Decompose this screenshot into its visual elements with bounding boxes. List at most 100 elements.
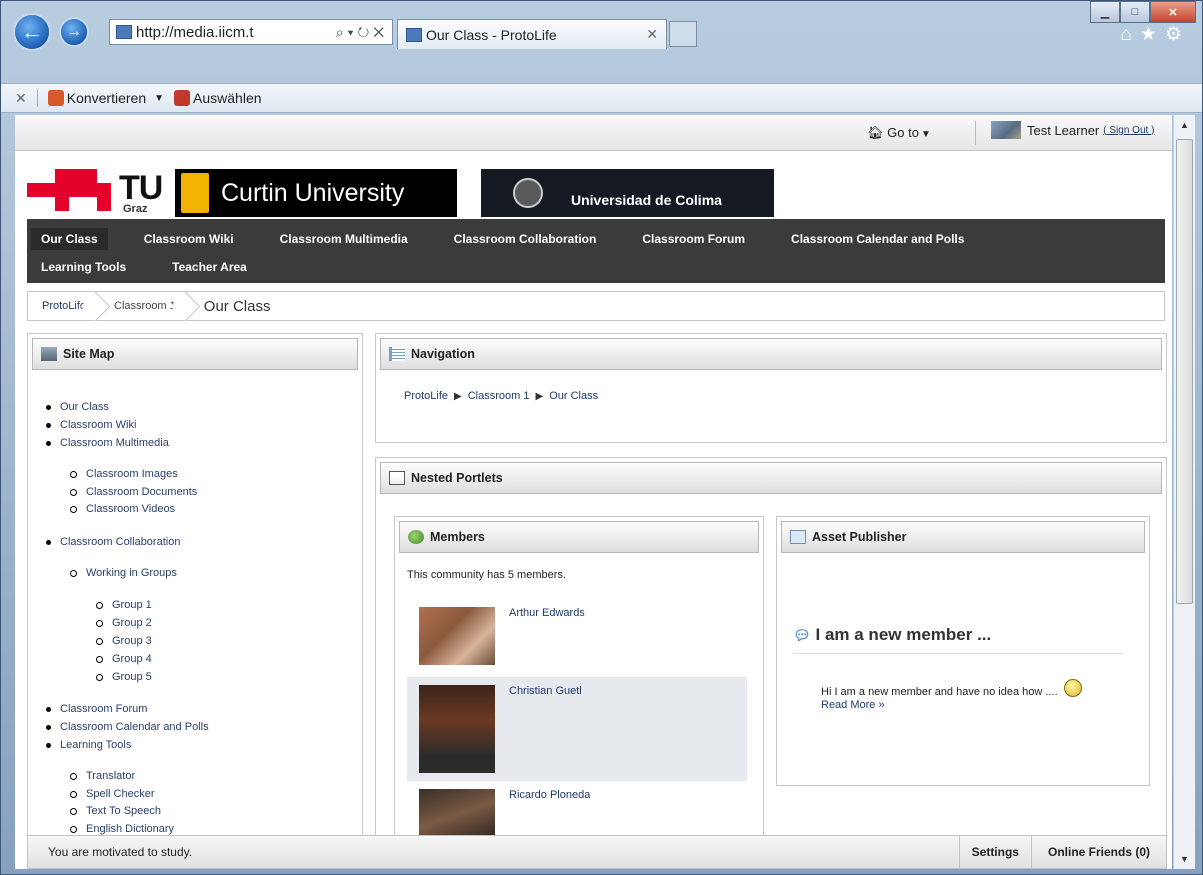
new-tab-button[interactable] [669, 21, 697, 47]
sitemap-link[interactable]: Learning Tools [60, 739, 131, 751]
nav-classroom-calendar[interactable]: Classroom Calendar and Polls [781, 228, 974, 250]
scrollbar-thumb[interactable] [1176, 139, 1193, 604]
sitemap-link[interactable]: Group 4 [112, 653, 152, 665]
tab-our-class[interactable]: Our Class - ProtoLife ✕ [397, 19, 667, 49]
breadcrumb-classroom-1[interactable]: Classroom 1 [100, 292, 190, 320]
nav-teacher-area[interactable]: Teacher Area [162, 256, 257, 278]
settings-gear-icon[interactable]: ⚙ [1165, 24, 1190, 45]
sitemap-link[interactable]: Classroom Forum [60, 703, 147, 715]
browser-right-icons: ⌂★⚙ [1120, 23, 1190, 46]
sitemap-link[interactable]: Classroom Videos [86, 503, 175, 515]
list-item: Group 5 [38, 668, 348, 686]
nav-crumb-classroom-1[interactable]: Classroom 1 [468, 390, 530, 402]
nav-classroom-forum[interactable]: Classroom Forum [632, 228, 755, 250]
nav-classroom-wiki[interactable]: Classroom Wiki [134, 228, 244, 250]
nav-classroom-collaboration[interactable]: Classroom Collaboration [444, 228, 607, 250]
curtin-logo: Curtin University [175, 169, 457, 217]
list-item: Learning Tools [38, 736, 348, 754]
close-tab-icon[interactable]: ✕ [646, 26, 658, 43]
settings-button[interactable]: Settings [958, 836, 1031, 868]
list-item: Classroom Wiki [38, 416, 348, 434]
member-name-link[interactable]: Ricardo Ploneda [509, 789, 590, 801]
pdf-toolbar: ✕ Konvertieren ▼ Auswählen [1, 83, 1202, 113]
window-icon [389, 471, 405, 485]
list-icon [389, 347, 405, 361]
sitemap-link[interactable]: Classroom Calendar and Polls [60, 721, 209, 733]
sitemap-link[interactable]: Classroom Wiki [60, 419, 136, 431]
sign-out-link[interactable]: ( Sign Out ) [1103, 125, 1154, 136]
member-name-link[interactable]: Arthur Edwards [509, 607, 585, 619]
avatar[interactable] [419, 607, 495, 665]
main-nav-row-2: Learning Tools Teacher Area [41, 253, 1165, 281]
colima-logo: Universidad de Colima [481, 169, 774, 217]
minimize-button[interactable]: ▁ [1090, 1, 1120, 23]
address-bar[interactable]: http://media.iicm.t ⌕▾↻✕ [109, 19, 393, 45]
site-map-title: Site Map [63, 347, 115, 361]
sitemap-link[interactable]: Spell Checker [86, 788, 154, 800]
home-icon[interactable]: ⌂ [1120, 24, 1139, 45]
maximize-button[interactable]: □ [1120, 1, 1150, 23]
select-button[interactable]: Auswählen [193, 90, 262, 106]
tab-title: Our Class - ProtoLife [426, 26, 557, 43]
scroll-down-icon[interactable]: ▼ [1174, 849, 1195, 869]
avatar[interactable] [419, 685, 495, 773]
nav-classroom-multimedia[interactable]: Classroom Multimedia [270, 228, 418, 250]
convert-button[interactable]: Konvertieren [67, 90, 146, 106]
navigation-title: Navigation [411, 347, 475, 361]
avatar[interactable] [419, 789, 495, 841]
motivation-message: You are motivated to study. [48, 845, 193, 859]
browser-window: ▁ □ ✕ ← → http://media.iicm.t ⌕▾↻✕ Our C… [0, 0, 1203, 875]
convert-icon [47, 90, 64, 106]
sitemap-link[interactable]: English Dictionary [86, 823, 174, 835]
nav-crumb-protolife[interactable]: ProtoLife [404, 390, 448, 402]
home-icon: 🏠︎ [867, 125, 884, 140]
vertical-scrollbar[interactable]: ▲ ▼ [1173, 115, 1195, 869]
address-text: http://media.iicm.t [136, 23, 254, 41]
user-menu[interactable]: Test Learner ( Sign Out ) [991, 121, 1154, 139]
list-item: Group 3 [38, 632, 348, 650]
forward-button[interactable]: → [59, 17, 89, 47]
main-nav-row-1: Our Class Classroom Wiki Classroom Multi… [31, 225, 1165, 253]
list-item: Classroom Videos [38, 501, 348, 519]
asset-publisher-portlet: Asset Publisher 💬︎ I am a new member ...… [776, 516, 1150, 786]
breadcrumb-protolife[interactable]: ProtoLife [28, 292, 100, 320]
member-name-link[interactable]: Christian Guetl [509, 685, 582, 697]
sitemap-link[interactable]: Classroom Documents [86, 486, 197, 498]
breadcrumb-current: Our Class [203, 297, 271, 315]
sitemap-link[interactable]: Classroom Images [86, 468, 178, 480]
goto-label: Go to [887, 125, 919, 140]
sitemap-link[interactable]: Group 5 [112, 671, 152, 683]
back-button[interactable]: ← [13, 13, 51, 51]
online-friends-button[interactable]: Online Friends (0) [1030, 836, 1166, 868]
sitemap-link[interactable]: Group 1 [112, 599, 152, 611]
members-summary: This community has 5 members. [407, 569, 566, 581]
nav-our-class[interactable]: Our Class [31, 228, 108, 250]
site-map-portlet: Site Map Our Class Classroom Wiki Classr… [27, 333, 363, 869]
list-item: Classroom Collaboration [38, 533, 348, 551]
sitemap-link[interactable]: Translator [86, 770, 135, 782]
close-window-button[interactable]: ✕ [1150, 1, 1196, 23]
toolbar-separator [36, 89, 38, 107]
sitemap-link[interactable]: Classroom Multimedia [60, 437, 169, 449]
nested-portlets: Nested Portlets Members This community h… [375, 457, 1167, 869]
convert-dropdown-icon[interactable]: ▼ [154, 93, 164, 104]
sitemap-link[interactable]: Our Class [60, 401, 109, 413]
sitemap-link[interactable]: Text To Speech [86, 805, 161, 817]
scroll-up-icon[interactable]: ▲ [1174, 115, 1195, 135]
goto-menu[interactable]: 🏠︎ Go to ▼ [867, 125, 931, 141]
tu-graz-logo: TU Graz [27, 169, 167, 219]
asset-entry-title[interactable]: 💬︎ I am a new member ... [793, 625, 991, 645]
asset-entry-title-text: I am a new member ... [815, 625, 992, 644]
sitemap-link[interactable]: Group 3 [112, 635, 152, 647]
toolbar-close-icon[interactable]: ✕ [15, 90, 27, 107]
chevron-down-icon: ▼ [920, 129, 931, 140]
nav-learning-tools[interactable]: Learning Tools [31, 256, 136, 278]
read-more-link[interactable]: Read More » [821, 699, 885, 711]
favorites-star-icon[interactable]: ★ [1140, 24, 1165, 45]
list-item: Group 4 [38, 650, 348, 668]
sitemap-link[interactable]: Group 2 [112, 617, 152, 629]
sitemap-link[interactable]: Classroom Collaboration [60, 536, 180, 548]
address-tools-icons[interactable]: ⌕▾↻✕ [336, 24, 392, 41]
sitemap-link[interactable]: Working in Groups [86, 567, 177, 579]
nav-crumb-our-class[interactable]: Our Class [549, 390, 598, 402]
